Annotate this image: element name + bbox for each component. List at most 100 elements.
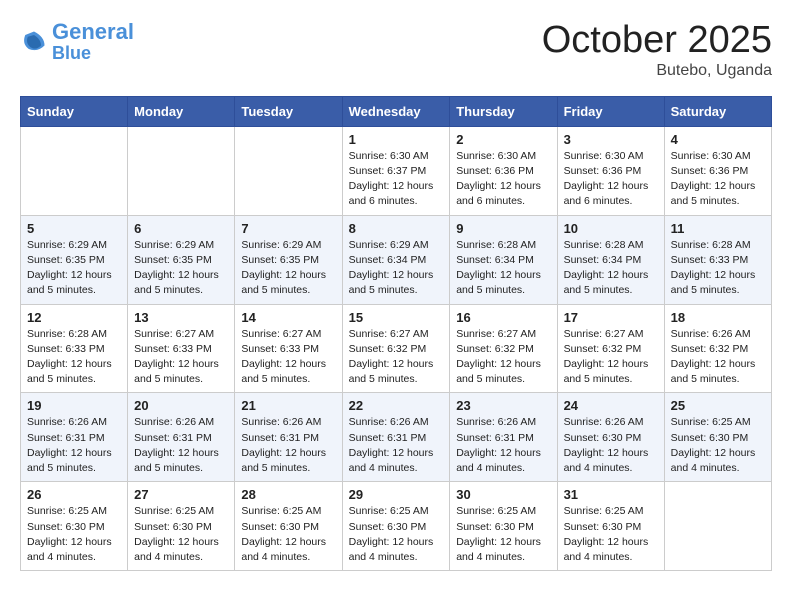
logo-text: General Blue	[52, 20, 134, 64]
calendar-cell: 15 Sunrise: 6:27 AM Sunset: 6:32 PM Dayli…	[342, 304, 450, 393]
day-info: Sunrise: 6:26 AM Sunset: 6:31 PM Dayligh…	[27, 415, 121, 476]
day-number: 13	[134, 310, 228, 325]
logo: General Blue	[20, 20, 134, 64]
day-info: Sunrise: 6:30 AM Sunset: 6:36 PM Dayligh…	[564, 149, 658, 210]
calendar-cell: 4 Sunrise: 6:30 AM Sunset: 6:36 PM Daylig…	[664, 126, 771, 215]
day-info: Sunrise: 6:25 AM Sunset: 6:30 PM Dayligh…	[564, 504, 658, 565]
day-info: Sunrise: 6:28 AM Sunset: 6:33 PM Dayligh…	[27, 327, 121, 388]
day-info: Sunrise: 6:25 AM Sunset: 6:30 PM Dayligh…	[456, 504, 550, 565]
calendar-week-row: 26 Sunrise: 6:25 AM Sunset: 6:30 PM Dayli…	[21, 482, 772, 571]
calendar-cell: 7 Sunrise: 6:29 AM Sunset: 6:35 PM Daylig…	[235, 215, 342, 304]
day-info: Sunrise: 6:27 AM Sunset: 6:33 PM Dayligh…	[241, 327, 335, 388]
day-number: 4	[671, 132, 765, 147]
day-number: 19	[27, 398, 121, 413]
calendar-cell: 23 Sunrise: 6:26 AM Sunset: 6:31 PM Dayli…	[450, 393, 557, 482]
calendar-cell: 31 Sunrise: 6:25 AM Sunset: 6:30 PM Dayli…	[557, 482, 664, 571]
day-number: 23	[456, 398, 550, 413]
day-number: 24	[564, 398, 658, 413]
day-number: 12	[27, 310, 121, 325]
calendar-cell: 30 Sunrise: 6:25 AM Sunset: 6:30 PM Dayli…	[450, 482, 557, 571]
calendar-cell: 17 Sunrise: 6:27 AM Sunset: 6:32 PM Dayli…	[557, 304, 664, 393]
calendar-cell: 26 Sunrise: 6:25 AM Sunset: 6:30 PM Dayli…	[21, 482, 128, 571]
calendar-week-row: 1 Sunrise: 6:30 AM Sunset: 6:37 PM Daylig…	[21, 126, 772, 215]
calendar-cell: 24 Sunrise: 6:26 AM Sunset: 6:30 PM Dayli…	[557, 393, 664, 482]
day-number: 28	[241, 487, 335, 502]
calendar-cell: 10 Sunrise: 6:28 AM Sunset: 6:34 PM Dayli…	[557, 215, 664, 304]
calendar-cell	[664, 482, 771, 571]
weekday-header: Sunday	[21, 96, 128, 126]
page-header: General Blue October 2025 Butebo, Uganda	[20, 20, 772, 80]
calendar-cell: 8Sunrise: 6:29 AM Sunset: 6:34 PM Daylig…	[342, 215, 450, 304]
calendar-cell: 18Sunrise: 6:26 AM Sunset: 6:32 PM Dayli…	[664, 304, 771, 393]
day-number: 1	[349, 132, 444, 147]
day-info: Sunrise: 6:30 AM Sunset: 6:37 PM Dayligh…	[349, 149, 444, 210]
month-title: October 2025	[542, 20, 772, 62]
calendar-week-row: 12 Sunrise: 6:28 AM Sunset: 6:33 PM Dayli…	[21, 304, 772, 393]
weekday-header: Thursday	[450, 96, 557, 126]
weekday-header-row: SundayMondayTuesdayWednesdayThursdayFrid…	[21, 96, 772, 126]
day-number: 10	[564, 221, 658, 236]
calendar-cell: 27 Sunrise: 6:25 AM Sunset: 6:30 PM Dayli…	[128, 482, 235, 571]
day-number: 16	[456, 310, 550, 325]
day-info: Sunrise: 6:29 AM Sunset: 6:35 PM Dayligh…	[134, 238, 228, 299]
weekday-header: Monday	[128, 96, 235, 126]
calendar-cell: 6 Sunrise: 6:29 AM Sunset: 6:35 PM Daylig…	[128, 215, 235, 304]
calendar-cell: 9Sunrise: 6:28 AM Sunset: 6:34 PM Daylig…	[450, 215, 557, 304]
calendar-cell: 22Sunrise: 6:26 AM Sunset: 6:31 PM Dayli…	[342, 393, 450, 482]
location: Butebo, Uganda	[542, 62, 772, 80]
day-info: Sunrise: 6:26 AM Sunset: 6:31 PM Dayligh…	[241, 415, 335, 476]
calendar-cell: 19 Sunrise: 6:26 AM Sunset: 6:31 PM Dayli…	[21, 393, 128, 482]
calendar-week-row: 5 Sunrise: 6:29 AM Sunset: 6:35 PM Daylig…	[21, 215, 772, 304]
calendar-cell: 25 Sunrise: 6:25 AM Sunset: 6:30 PM Dayli…	[664, 393, 771, 482]
day-info: Sunrise: 6:25 AM Sunset: 6:30 PM Dayligh…	[349, 504, 444, 565]
day-number: 6	[134, 221, 228, 236]
day-number: 17	[564, 310, 658, 325]
day-info: Sunrise: 6:25 AM Sunset: 6:30 PM Dayligh…	[27, 504, 121, 565]
day-number: 5	[27, 221, 121, 236]
day-info: Sunrise: 6:27 AM Sunset: 6:32 PM Dayligh…	[456, 327, 550, 388]
day-info: Sunrise: 6:27 AM Sunset: 6:33 PM Dayligh…	[134, 327, 228, 388]
calendar-cell: 21 Sunrise: 6:26 AM Sunset: 6:31 PM Dayli…	[235, 393, 342, 482]
day-info: Sunrise: 6:25 AM Sunset: 6:30 PM Dayligh…	[134, 504, 228, 565]
calendar-cell: 12 Sunrise: 6:28 AM Sunset: 6:33 PM Dayli…	[21, 304, 128, 393]
day-number: 25	[671, 398, 765, 413]
day-info: Sunrise: 6:26 AM Sunset: 6:31 PM Dayligh…	[456, 415, 550, 476]
day-number: 21	[241, 398, 335, 413]
day-number: 3	[564, 132, 658, 147]
day-number: 11	[671, 221, 765, 236]
day-number: 9	[456, 221, 550, 236]
calendar-week-row: 19 Sunrise: 6:26 AM Sunset: 6:31 PM Dayli…	[21, 393, 772, 482]
day-info: Sunrise: 6:30 AM Sunset: 6:36 PM Dayligh…	[671, 149, 765, 210]
day-number: 7	[241, 221, 335, 236]
calendar-cell: 16 Sunrise: 6:27 AM Sunset: 6:32 PM Dayli…	[450, 304, 557, 393]
calendar-cell: 1 Sunrise: 6:30 AM Sunset: 6:37 PM Daylig…	[342, 126, 450, 215]
day-number: 30	[456, 487, 550, 502]
day-number: 20	[134, 398, 228, 413]
day-info: Sunrise: 6:28 AM Sunset: 6:34 PM Dayligh…	[564, 238, 658, 299]
calendar-cell: 11Sunrise: 6:28 AM Sunset: 6:33 PM Dayli…	[664, 215, 771, 304]
logo-icon	[20, 28, 48, 56]
day-info: Sunrise: 6:26 AM Sunset: 6:30 PM Dayligh…	[564, 415, 658, 476]
calendar-cell: 2 Sunrise: 6:30 AM Sunset: 6:36 PM Daylig…	[450, 126, 557, 215]
day-info: Sunrise: 6:25 AM Sunset: 6:30 PM Dayligh…	[671, 415, 765, 476]
day-number: 2	[456, 132, 550, 147]
day-info: Sunrise: 6:27 AM Sunset: 6:32 PM Dayligh…	[564, 327, 658, 388]
day-info: Sunrise: 6:26 AM Sunset: 6:31 PM Dayligh…	[134, 415, 228, 476]
day-number: 14	[241, 310, 335, 325]
day-number: 18	[671, 310, 765, 325]
day-number: 15	[349, 310, 444, 325]
calendar: SundayMondayTuesdayWednesdayThursdayFrid…	[20, 96, 772, 571]
calendar-cell: 28Sunrise: 6:25 AM Sunset: 6:30 PM Dayli…	[235, 482, 342, 571]
calendar-cell: 5 Sunrise: 6:29 AM Sunset: 6:35 PM Daylig…	[21, 215, 128, 304]
calendar-cell: 3 Sunrise: 6:30 AM Sunset: 6:36 PM Daylig…	[557, 126, 664, 215]
title-block: October 2025 Butebo, Uganda	[542, 20, 772, 80]
calendar-cell: 29Sunrise: 6:25 AM Sunset: 6:30 PM Dayli…	[342, 482, 450, 571]
day-info: Sunrise: 6:29 AM Sunset: 6:35 PM Dayligh…	[241, 238, 335, 299]
day-number: 27	[134, 487, 228, 502]
day-number: 31	[564, 487, 658, 502]
day-info: Sunrise: 6:26 AM Sunset: 6:31 PM Dayligh…	[349, 415, 444, 476]
day-info: Sunrise: 6:29 AM Sunset: 6:35 PM Dayligh…	[27, 238, 121, 299]
day-info: Sunrise: 6:27 AM Sunset: 6:32 PM Dayligh…	[349, 327, 444, 388]
day-number: 26	[27, 487, 121, 502]
day-info: Sunrise: 6:30 AM Sunset: 6:36 PM Dayligh…	[456, 149, 550, 210]
